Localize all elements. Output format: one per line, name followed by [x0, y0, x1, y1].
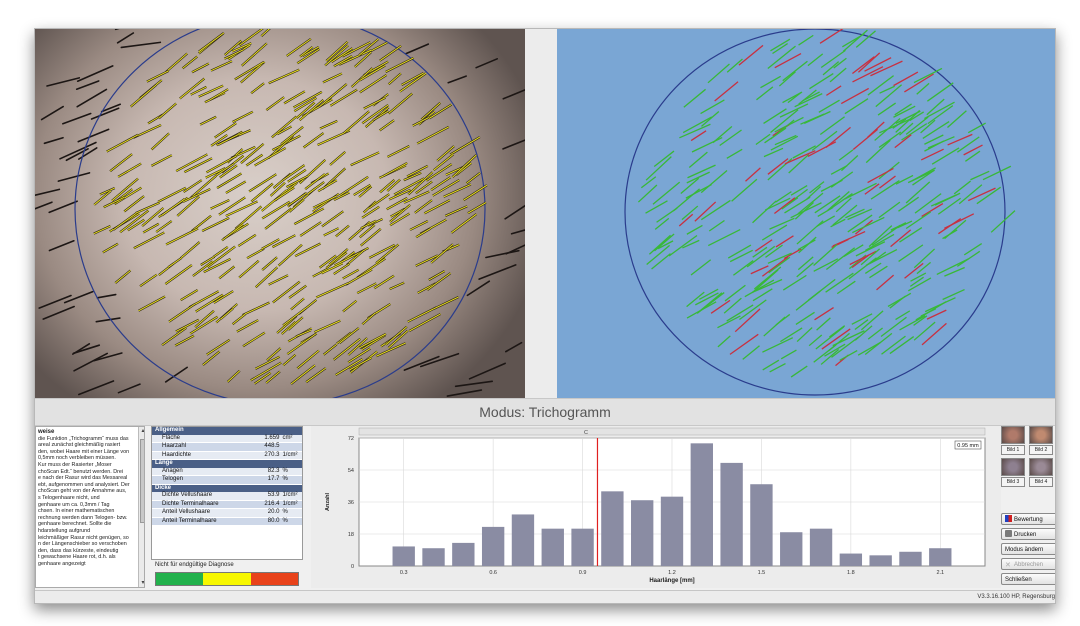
- histogram-bar: [750, 484, 773, 566]
- evaluate-button[interactable]: Bewertung: [1001, 513, 1055, 525]
- scroll-down-icon[interactable]: ▾: [140, 580, 144, 586]
- hair-length-histogram[interactable]: 0 18 36 54 72 0.3 0.6 0.9 1.2 1.5 1.8 2.1 C 0.95 mm Ha…: [311, 426, 1001, 588]
- status-bar: V3.3.16.100 HP, Regensburg: [35, 590, 1055, 603]
- histogram-bar: [601, 491, 624, 566]
- diagnosis-red: [250, 573, 298, 585]
- diagnosis-traffic-light: [155, 572, 299, 586]
- cancel-icon: ✕: [1005, 562, 1011, 569]
- histogram-bar: [481, 526, 505, 566]
- printer-icon: [1005, 530, 1012, 537]
- scroll-thumb[interactable]: [140, 439, 144, 523]
- y-tick-label: 0: [351, 564, 354, 570]
- y-axis-label: Anzahl: [325, 493, 331, 512]
- histogram-chart: 0 18 36 54 72 0.3 0.6 0.9 1.2 1.5 1.8 2.1 C 0.95 mm Ha…: [325, 427, 986, 584]
- thumbnail-2-button[interactable]: Bild 2: [1029, 445, 1053, 455]
- stats-row-vellus-share: Anteil Vellushaare 20.0%: [152, 509, 302, 518]
- thumbnail-4-button[interactable]: Bild 4: [1029, 477, 1053, 487]
- trichoscan-window: Modus: Trichogramm weise die Funktion „T…: [34, 28, 1056, 604]
- histogram-bar: [899, 551, 922, 566]
- hints-text: die Funktion „Trichogramm“ muss das area…: [38, 435, 130, 567]
- histogram-bar: [929, 548, 952, 566]
- x-tick-label: 0.6: [489, 570, 497, 576]
- histogram-bar: [631, 500, 654, 566]
- length-slider-track[interactable]: [358, 427, 986, 436]
- slider-label: C: [584, 430, 588, 436]
- scalp-photo: [35, 29, 525, 398]
- histogram-bar: [780, 532, 803, 566]
- x-tick-label: 1.8: [847, 570, 855, 576]
- evaluate-icon: [1005, 515, 1012, 522]
- stats-section-general: Allgemein: [152, 427, 302, 435]
- statistics-table: Allgemein Fläche 1.659 cm² Haarzahl 448.5 H…: [151, 426, 303, 560]
- x-tick-label: 0.3: [400, 570, 408, 576]
- thumbnail-4-image[interactable]: [1029, 458, 1053, 476]
- thumbnail-1-image[interactable]: [1001, 426, 1025, 444]
- analysis-overlay: [624, 29, 1016, 396]
- histogram-bar: [839, 553, 863, 566]
- histogram-bar: [422, 548, 445, 566]
- version-label: V3.3.16.100 HP, Regensburg: [977, 594, 1055, 600]
- histogram-bar: [452, 542, 475, 566]
- hints-scrollbar[interactable]: ▴ ▾: [138, 427, 144, 587]
- analysis-image-pane[interactable]: [557, 29, 1055, 398]
- stats-row-hair-density: Haardichte 270.3 1/cm²: [152, 451, 302, 460]
- stats-row-terminal-share: Anteil Terminalhaare 80.0%: [152, 517, 302, 526]
- stats-row-terminal-density: Dichte Terminalhaare 216.4 1/cm²: [152, 500, 302, 509]
- histogram-bar: [541, 528, 564, 566]
- cancel-button[interactable]: ✕ Abbrechen: [1001, 558, 1055, 570]
- change-mode-button[interactable]: Modus ändern: [1001, 543, 1055, 555]
- mode-title: Modus: Trichogramm: [35, 398, 1055, 426]
- marker-value-label: 0.95 mm: [957, 443, 979, 449]
- histogram-bar: [869, 555, 892, 566]
- pane-separator: [525, 29, 557, 398]
- stats-row-vellus-density: Dichte Vellushaare 53.9 1/cm²: [152, 492, 302, 501]
- histogram-bar: [511, 514, 535, 566]
- hints-title: weise: [38, 429, 55, 435]
- thumbnail-1-button[interactable]: Bild 1: [1001, 445, 1025, 455]
- stats-section-length: Länge: [152, 460, 302, 468]
- diagnosis-disclaimer: Nicht für endgültige Diagnose: [155, 562, 234, 568]
- stats-row-hair-count: Haarzahl 448.5: [152, 443, 302, 452]
- y-tick-label: 72: [348, 436, 354, 442]
- stats-row-area: Fläche 1.659 cm²: [152, 434, 302, 443]
- original-image-pane[interactable]: [35, 29, 525, 398]
- y-tick-label: 36: [348, 500, 354, 506]
- thumbnail-2-image[interactable]: [1029, 426, 1053, 444]
- x-tick-label: 1.5: [758, 570, 766, 576]
- stats-row-telogen: Telogen 17.7%: [152, 476, 302, 485]
- y-tick-label: 54: [348, 468, 354, 474]
- thumbnail-3-button[interactable]: Bild 3: [1001, 477, 1025, 487]
- scroll-up-icon[interactable]: ▴: [140, 428, 144, 434]
- histogram-bar: [571, 528, 594, 566]
- histogram-bar: [720, 462, 743, 566]
- histogram-bar: [392, 546, 415, 566]
- histogram-bar: [660, 496, 684, 566]
- stats-row-anagen: Anagen 82.3%: [152, 467, 302, 476]
- diagnosis-yellow: [203, 573, 251, 585]
- stats-section-thickness: Dicke: [152, 484, 302, 492]
- histogram-bar: [809, 528, 833, 566]
- x-tick-label: 0.9: [579, 570, 587, 576]
- y-tick-label: 18: [348, 532, 354, 538]
- image-thumbnails: Bild 1 Bild 2 Bild 3 Bild 4: [1001, 426, 1055, 506]
- x-axis-label: Haarlänge [mm]: [649, 578, 694, 584]
- histogram-bar: [690, 443, 713, 566]
- x-tick-label: 1.2: [668, 570, 676, 576]
- close-button[interactable]: Schließen: [1001, 573, 1055, 585]
- thumbnail-3-image[interactable]: [1001, 458, 1025, 476]
- print-button[interactable]: Drucken: [1001, 528, 1055, 540]
- diagnosis-green: [156, 573, 204, 585]
- hints-panel[interactable]: weise die Funktion „Trichogramm“ muss da…: [35, 426, 145, 588]
- x-tick-label: 2.1: [936, 570, 944, 576]
